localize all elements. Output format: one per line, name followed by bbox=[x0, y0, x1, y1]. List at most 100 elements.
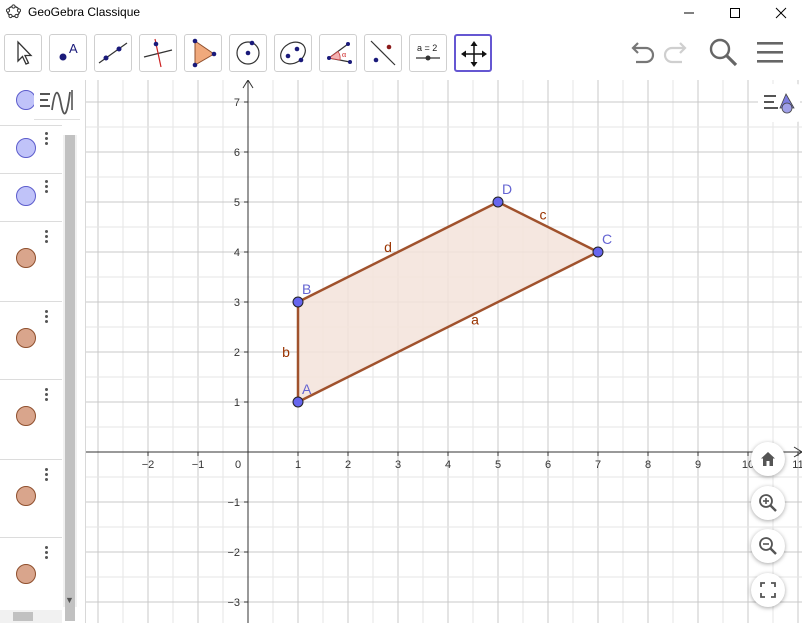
visibility-toggle[interactable] bbox=[16, 486, 36, 506]
zoom-out-icon bbox=[759, 537, 777, 555]
geogebra-logo-icon bbox=[6, 4, 21, 19]
reflect-tool[interactable] bbox=[364, 34, 402, 72]
visibility-toggle[interactable] bbox=[16, 248, 36, 268]
graphics-view[interactable]: −2 −1 0 1 2 3 4 5 6 7 8 9 10 11 7 6 5 4 3 2 1 −1 −2 −3 a b c d A B C D bbox=[86, 80, 802, 623]
undo-button[interactable] bbox=[624, 35, 658, 69]
algebra-horizontal-scrollbar-thumb[interactable] bbox=[13, 612, 33, 621]
polygon-icon bbox=[192, 38, 217, 68]
zoom-out-button[interactable] bbox=[751, 529, 785, 563]
point-B bbox=[292, 296, 304, 308]
algebra-view: ▼ bbox=[0, 80, 86, 623]
x-tick-label: 5 bbox=[495, 459, 501, 471]
row-menu-icon[interactable] bbox=[44, 230, 50, 246]
algebra-row[interactable] bbox=[0, 380, 62, 460]
graphics-style-bar-button[interactable] bbox=[758, 84, 800, 122]
zoom-in-icon bbox=[759, 494, 777, 512]
row-menu-icon[interactable] bbox=[44, 180, 50, 196]
algebra-row[interactable] bbox=[0, 460, 62, 538]
row-menu-icon[interactable] bbox=[44, 546, 50, 562]
search-button[interactable] bbox=[706, 35, 740, 69]
point-label-C: C bbox=[602, 231, 612, 247]
row-menu-icon[interactable] bbox=[44, 468, 50, 484]
close-icon bbox=[775, 7, 787, 18]
zoom-in-button[interactable] bbox=[751, 486, 785, 520]
y-tick-label: 4 bbox=[234, 247, 240, 259]
redo-button[interactable] bbox=[660, 35, 694, 69]
x-tick-label: 2 bbox=[345, 459, 351, 471]
graphics-canvas[interactable]: −2 −1 0 1 2 3 4 5 6 7 8 9 10 117654321−1−2−3abcdABCD bbox=[86, 80, 802, 623]
angle-icon: α bbox=[327, 42, 352, 64]
algebra-view-settings-button[interactable] bbox=[34, 80, 80, 120]
fullscreen-button[interactable] bbox=[751, 573, 785, 607]
slider-tool[interactable]: a = 2 bbox=[409, 34, 447, 72]
slider-icon: a = 2 bbox=[416, 43, 440, 61]
arrow-pointer-icon bbox=[17, 40, 33, 65]
home-icon bbox=[761, 452, 775, 466]
move-graphics-view-tool[interactable] bbox=[454, 34, 492, 72]
perpendicular-line-icon bbox=[143, 38, 173, 68]
function-graph-icon bbox=[40, 90, 73, 115]
segment-label-a: a bbox=[471, 312, 479, 328]
maximize-icon bbox=[730, 7, 740, 18]
circle-center-point-icon bbox=[236, 40, 260, 65]
minimize-button[interactable] bbox=[666, 0, 712, 25]
line-tool[interactable] bbox=[94, 34, 132, 72]
y-tick-label: 5 bbox=[234, 197, 240, 209]
algebra-row[interactable] bbox=[0, 222, 62, 302]
y-tick-label: 3 bbox=[234, 297, 240, 309]
row-menu-icon[interactable] bbox=[44, 388, 50, 404]
point-tool[interactable]: A bbox=[49, 34, 87, 72]
close-button[interactable] bbox=[758, 0, 802, 25]
row-menu-icon[interactable] bbox=[44, 310, 50, 326]
visibility-toggle[interactable] bbox=[16, 90, 36, 110]
undo-icon bbox=[631, 42, 655, 64]
x-tick-label: 11 bbox=[792, 459, 802, 471]
visibility-toggle[interactable] bbox=[16, 186, 36, 206]
perpendicular-line-tool[interactable] bbox=[139, 34, 177, 72]
title-bar: GeoGebra Classique bbox=[0, 0, 802, 25]
visibility-toggle[interactable] bbox=[16, 406, 36, 426]
segment-label-d: d bbox=[384, 239, 392, 255]
y-tick-label: −2 bbox=[227, 547, 240, 559]
algebra-row[interactable] bbox=[0, 126, 62, 174]
algebra-row[interactable] bbox=[0, 174, 62, 222]
slider-tool-label: a = 2 bbox=[417, 43, 437, 53]
reflect-about-line-icon bbox=[370, 40, 396, 66]
visibility-toggle[interactable] bbox=[16, 138, 36, 158]
point-label-B: B bbox=[302, 281, 311, 297]
algebra-row[interactable] bbox=[0, 302, 62, 380]
minimize-icon bbox=[684, 12, 694, 13]
standard-view-button[interactable] bbox=[751, 442, 785, 476]
polygon-tool[interactable] bbox=[184, 34, 222, 72]
row-menu-icon[interactable] bbox=[44, 132, 50, 148]
y-tick-label: −1 bbox=[227, 497, 240, 509]
toolbar: A α a = 2 bbox=[0, 25, 802, 80]
fullscreen-icon bbox=[760, 582, 776, 598]
visibility-toggle[interactable] bbox=[16, 328, 36, 348]
redo-icon bbox=[663, 42, 687, 64]
point-C bbox=[592, 246, 604, 258]
point-icon: A bbox=[59, 41, 78, 61]
visibility-toggle[interactable] bbox=[16, 564, 36, 584]
y-tick-label: 2 bbox=[234, 347, 240, 359]
scroll-down-arrow-icon[interactable]: ▼ bbox=[65, 595, 74, 605]
circle-center-point-tool[interactable] bbox=[229, 34, 267, 72]
angle-tool[interactable]: α bbox=[319, 34, 357, 72]
main-menu-button[interactable] bbox=[753, 35, 787, 69]
x-tick-label: 0 bbox=[235, 459, 241, 471]
segment-label-c: c bbox=[540, 207, 547, 223]
point-A bbox=[292, 396, 304, 408]
algebra-scrollbar-thumb[interactable] bbox=[65, 135, 75, 621]
x-tick-label: 7 bbox=[595, 459, 601, 471]
ellipse-tool[interactable] bbox=[274, 34, 312, 72]
y-tick-label: 7 bbox=[234, 97, 240, 109]
y-tick-label: −3 bbox=[227, 597, 240, 609]
geogebra-window: GeoGebra Classique A α a = 2 ▼ −2 −1 0 1… bbox=[0, 0, 802, 623]
x-tick-label: 3 bbox=[395, 459, 401, 471]
maximize-button[interactable] bbox=[712, 0, 758, 25]
move-graphics-view-icon bbox=[461, 41, 487, 67]
move-tool[interactable] bbox=[4, 34, 42, 72]
x-tick-label: 9 bbox=[695, 459, 701, 471]
segment-label-b: b bbox=[282, 344, 290, 360]
y-tick-label: 6 bbox=[234, 147, 240, 159]
